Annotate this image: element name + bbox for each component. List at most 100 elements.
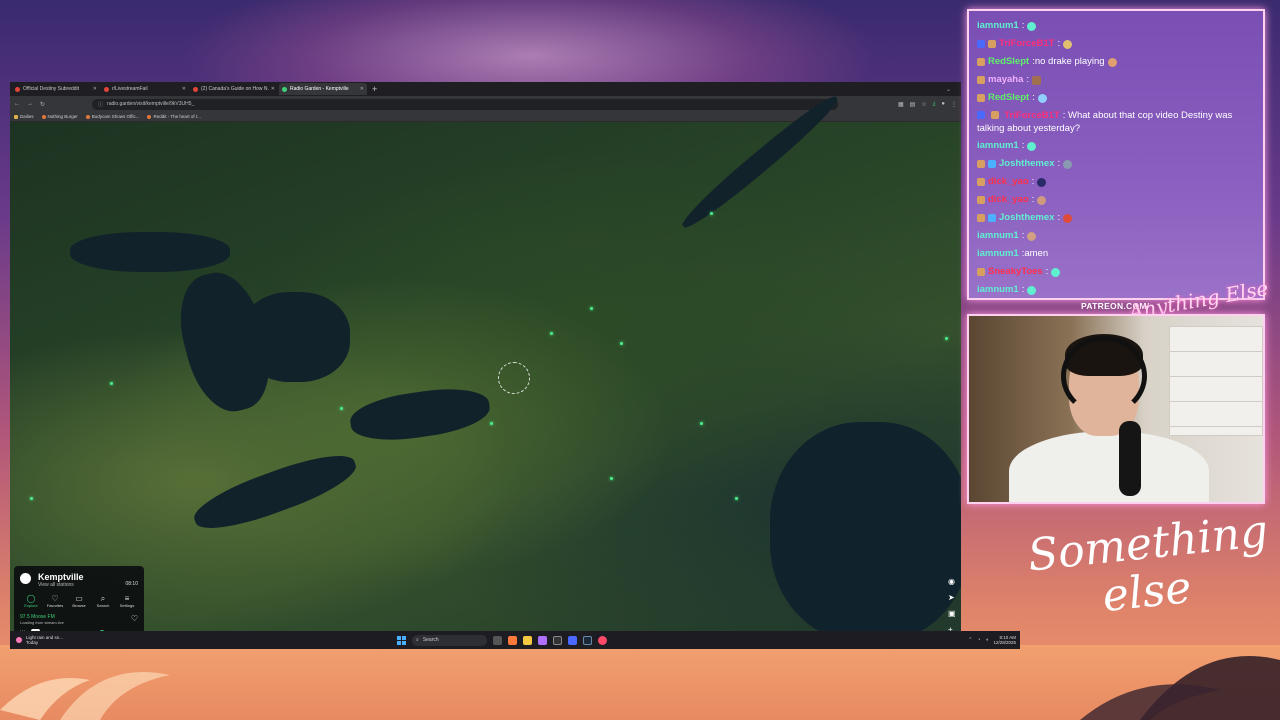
locate-me-icon[interactable]: ➤ (948, 593, 956, 602)
address-bar[interactable]: ⓘ radio.garden/visit/kemptville/9kV3UH5_ (92, 98, 838, 110)
nav-favorites[interactable]: ♡ Favorites (44, 594, 66, 608)
badge-icon (990, 111, 999, 120)
emote-icon (1037, 195, 1047, 205)
atlantic-ocean (770, 422, 961, 642)
discord-icon[interactable] (568, 635, 577, 645)
reddit-favicon-icon (15, 86, 20, 92)
back-icon[interactable]: ← (14, 101, 20, 107)
start-button[interactable] (397, 635, 406, 645)
headset (1061, 336, 1147, 416)
forward-icon[interactable]: → (27, 101, 33, 107)
reading-list-icon[interactable]: ▤ (910, 101, 916, 108)
close-tab-icon[interactable]: ✕ (93, 86, 97, 92)
chat-message: dick_yao: (977, 191, 1255, 209)
favorite-heart-icon[interactable]: ♡ (131, 614, 138, 623)
bookmark-favicon-icon (147, 114, 152, 119)
view-all-stations-link[interactable]: View all stations (38, 582, 84, 588)
bookmark-dailies[interactable]: Dailies (14, 114, 34, 119)
download-icon[interactable]: ⤓ (933, 101, 936, 108)
network-icon[interactable]: ◔ (977, 637, 980, 643)
dresser (1169, 326, 1263, 436)
profile-icon[interactable]: ● (941, 101, 945, 108)
station-dot[interactable] (550, 332, 553, 335)
search-icon: ⌕ (416, 637, 419, 643)
lock-icon[interactable]: ▣ (948, 609, 956, 618)
reload-icon[interactable]: ↻ (40, 101, 45, 108)
bookmark-label: Nothing Burger (47, 114, 78, 119)
weather-sub: Today (26, 640, 39, 645)
emote-icon (1063, 213, 1073, 223)
chat-username: iamnum1 (977, 140, 1019, 151)
location-header[interactable]: Kemptville View all stations 08:10 (14, 566, 144, 590)
bookmark-label: Dailies (20, 114, 34, 119)
station-dot[interactable] (620, 342, 623, 345)
site-info-icon[interactable]: ⓘ (98, 101, 103, 108)
bookmark-reddit[interactable]: Reddit - The heart of t... (147, 114, 201, 119)
new-tab-button[interactable]: + (372, 84, 377, 94)
taskbar-search[interactable]: ⌕ Search (412, 634, 487, 646)
station-dot[interactable] (945, 337, 948, 340)
close-tab-icon[interactable]: ✕ (360, 86, 364, 92)
folder-icon (14, 114, 18, 119)
tab-destiny-subreddit[interactable]: Official Destiny Subreddit ✕ (12, 83, 100, 95)
windows-taskbar: Light rain and sn... Today ⌕ Search ⌃ ◔ … (10, 631, 1020, 649)
explore-icon: ◯ (26, 594, 36, 603)
chat-text: amen (1024, 248, 1049, 259)
badge-icon (977, 111, 985, 120)
station-dot[interactable] (110, 382, 113, 385)
tab-radio-garden[interactable]: Radio Garden - Kemptville ✕ (279, 83, 367, 95)
station-dot[interactable] (700, 422, 703, 425)
badge-icon (977, 58, 985, 66)
bookmark-label: Reddit - The heart of t... (153, 114, 201, 119)
chat-message: TriForceB1T: What about that cop video D… (977, 110, 1233, 134)
extensions-icon[interactable]: ▦ (898, 101, 904, 108)
steam-icon[interactable] (583, 635, 592, 645)
emote-icon (1027, 285, 1037, 295)
globe-icon[interactable]: ◉ (948, 577, 956, 586)
station-dot[interactable] (490, 422, 493, 425)
clock[interactable]: 8:10 AM 12/28/2025 (993, 635, 1016, 645)
task-view-icon[interactable] (493, 635, 502, 645)
youtube-favicon-icon (193, 86, 198, 92)
station-dot[interactable] (710, 212, 713, 215)
tray-chevron-icon[interactable]: ⌃ (968, 637, 972, 643)
station-dot[interactable] (610, 477, 613, 480)
reddit-favicon-icon (104, 86, 109, 92)
url-text: radio.garden/visit/kemptville/9kV3UH5_ (107, 101, 195, 107)
menu-dots-icon[interactable]: ⋮ (951, 101, 957, 108)
tab-youtube-canada[interactable]: (2) Canada's Guide on How N... ✕ (190, 83, 278, 95)
station-dot[interactable] (30, 497, 33, 500)
file-explorer-icon[interactable] (523, 635, 532, 645)
tab-livestreamfail[interactable]: r/LivestreamFail ✕ (101, 83, 189, 95)
obs-icon[interactable] (553, 635, 562, 645)
lake-superior (70, 232, 230, 272)
nav-search[interactable]: ⌕ Search (92, 594, 114, 608)
satellite-globe-map[interactable]: Kemptville View all stations 08:10 ◯ Exp… (10, 90, 961, 648)
map-icon: ▭ (75, 594, 83, 603)
badge-icon (988, 214, 996, 222)
close-tab-icon[interactable]: ✕ (271, 86, 275, 92)
weather-widget[interactable]: Light rain and sn... Today (10, 635, 63, 645)
chat-message: RedSlept: (977, 89, 1255, 107)
app-icon[interactable] (538, 635, 547, 645)
tab-list-chevron-icon[interactable]: ⌄ (946, 86, 961, 93)
bookmark-nothing-burger[interactable]: Nothing Burger (41, 114, 78, 119)
close-tab-icon[interactable]: ✕ (182, 86, 186, 92)
volume-icon[interactable]: ◖ (985, 637, 988, 643)
emote-icon (1107, 57, 1117, 67)
chat-username: iamnum1 (977, 248, 1019, 259)
station-dot[interactable] (590, 307, 593, 310)
chat-message: RedSlept: no drake playing (977, 53, 1255, 71)
bookmark-star-icon[interactable]: ☆ (921, 101, 926, 108)
nav-explore[interactable]: ◯ Explore (20, 594, 42, 608)
chrome-icon[interactable] (598, 635, 607, 645)
emote-icon (1037, 93, 1047, 103)
nav-settings[interactable]: ≡ Settings (116, 594, 138, 608)
station-dot[interactable] (735, 497, 738, 500)
nav-browse[interactable]: ▭ Browse (68, 594, 90, 608)
station-dot[interactable] (340, 407, 343, 410)
chat-message: iamnum1: amen (977, 245, 1255, 263)
chat-message: iamnum1: (977, 227, 1255, 245)
firefox-icon[interactable] (508, 635, 517, 645)
bookmark-bodycam[interactable]: Bodycam Shows Offic... (85, 114, 139, 119)
